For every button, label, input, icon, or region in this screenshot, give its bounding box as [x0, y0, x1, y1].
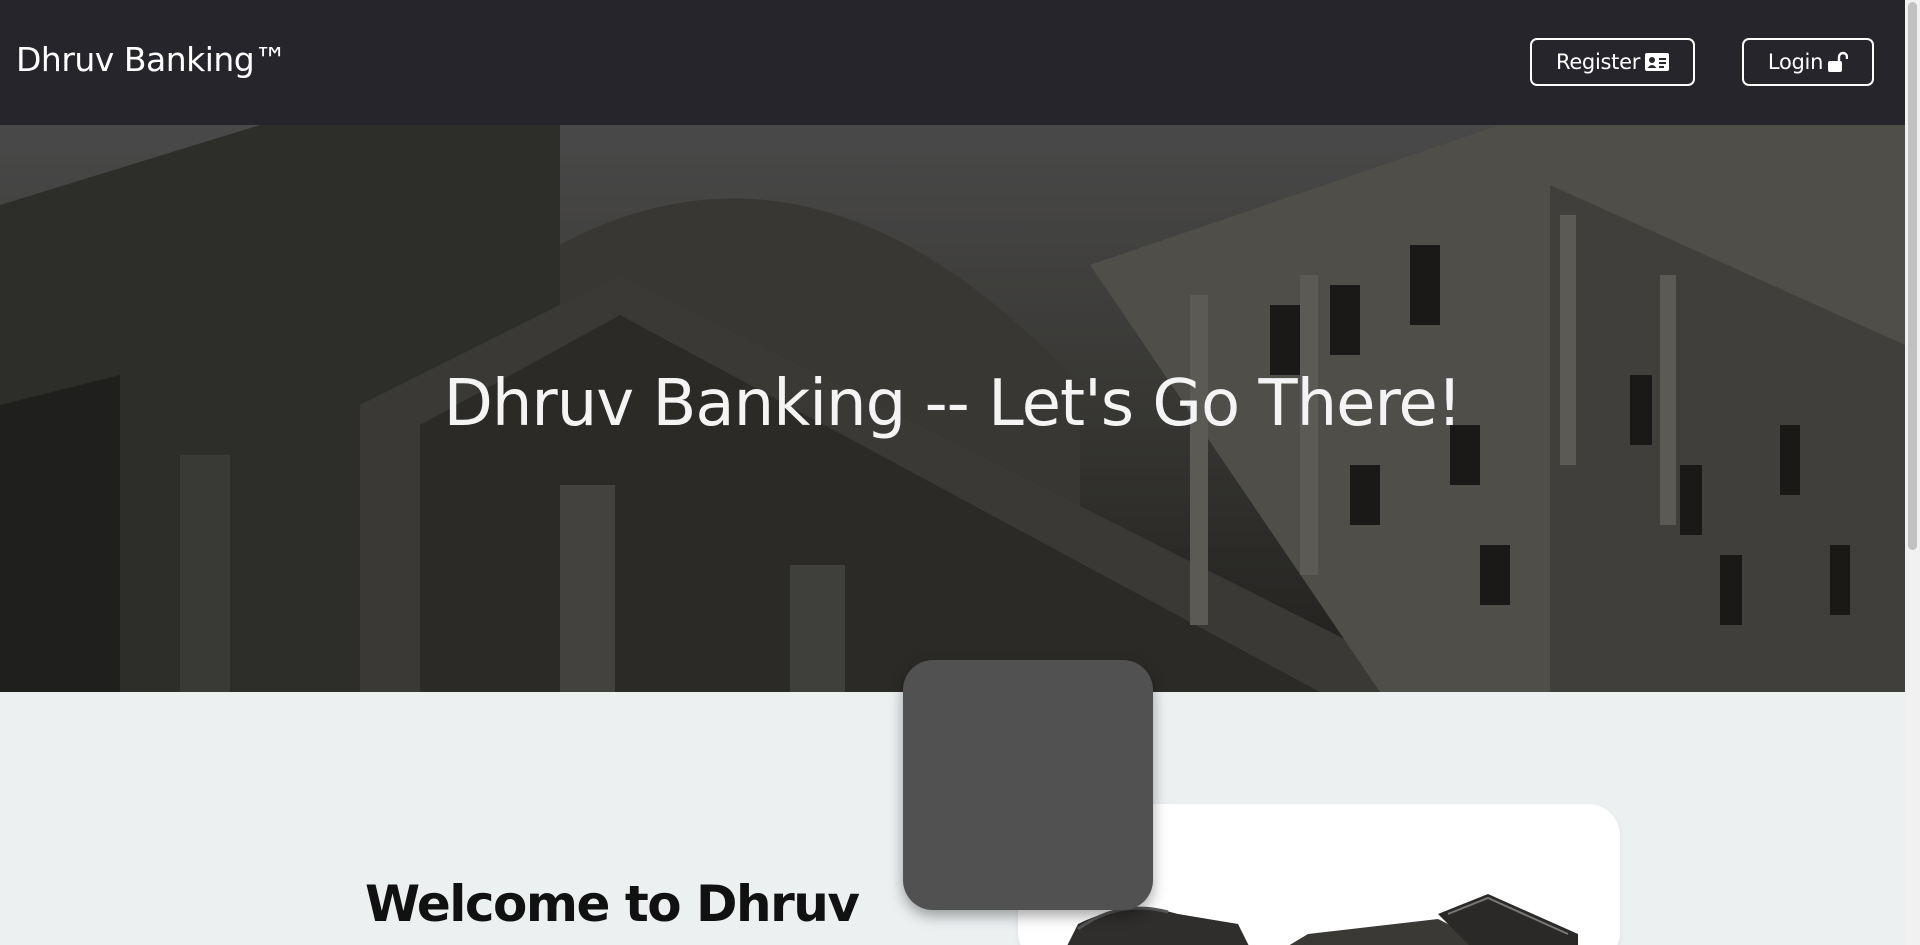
floating-card: [903, 660, 1153, 910]
login-button[interactable]: Login: [1742, 38, 1874, 86]
hero-title: Dhruv Banking -- Let's Go There!: [443, 367, 1463, 441]
welcome-heading: Welcome to Dhruv: [365, 875, 860, 933]
navbar: Dhruv Banking™ Register Login: [0, 0, 1905, 125]
brand-logo[interactable]: Dhruv Banking™: [16, 40, 287, 79]
id-card-icon: [1645, 53, 1670, 71]
login-label: Login: [1767, 50, 1824, 74]
page: Dhruv Banking™ Register Login Dhruv Bank…: [0, 0, 1920, 945]
register-label: Register: [1555, 50, 1641, 74]
hero-banner: Dhruv Banking -- Let's Go There!: [0, 125, 1905, 692]
scrollbar-thumb[interactable]: [1908, 2, 1917, 550]
register-button[interactable]: Register: [1530, 38, 1695, 86]
unlock-icon: [1828, 51, 1849, 73]
page-scrollbar[interactable]: [1905, 0, 1920, 945]
